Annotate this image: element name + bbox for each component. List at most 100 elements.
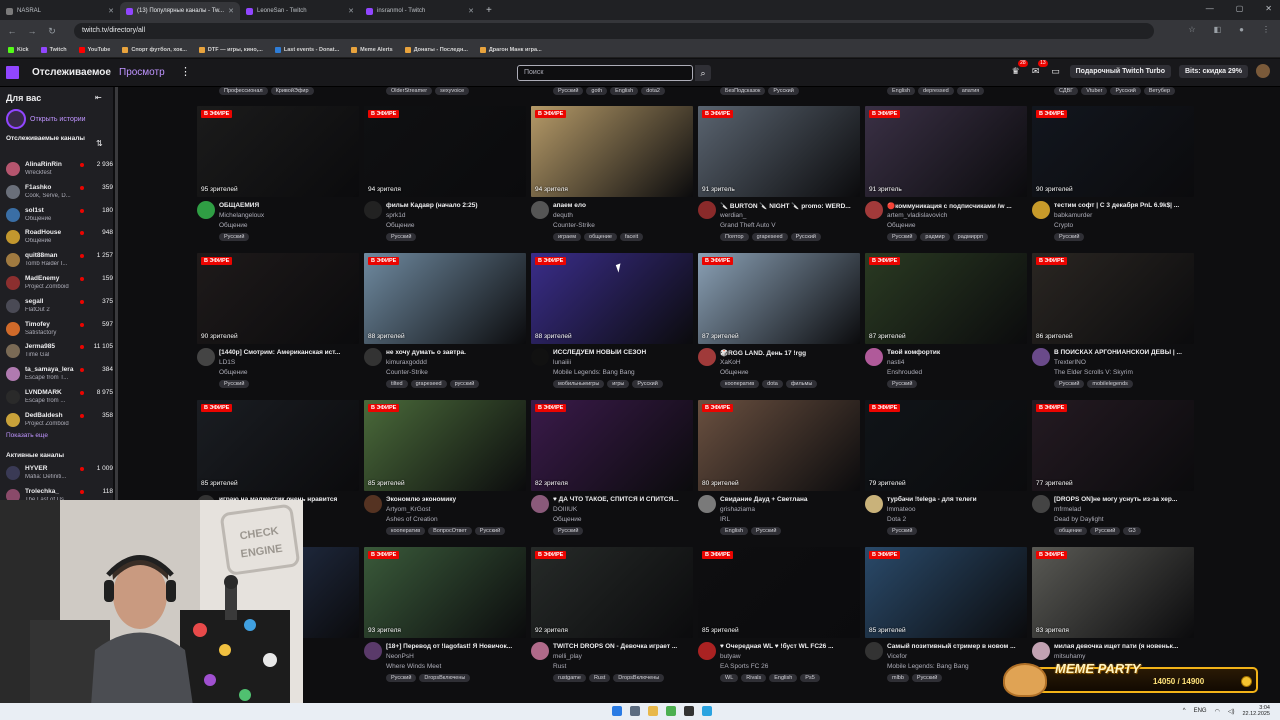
stream-thumbnail[interactable]: В ЭФИРЕ 91 зритель <box>698 106 860 197</box>
stream-thumbnail[interactable]: В ЭФИРЕ 86 зрителей <box>1032 253 1194 344</box>
reload-icon[interactable]: ↻ <box>44 26 60 37</box>
stream-card[interactable]: В ЭФИРЕ 95 зрителей ОБЩАЕМИЯ Michelangeloux… <box>197 106 359 246</box>
channel-name[interactable]: babkamurder <box>1054 212 1092 219</box>
language-indicator[interactable]: ENG <box>1194 708 1207 714</box>
stream-thumbnail[interactable]: В ЭФИРЕ 83 зрителя <box>1032 547 1194 638</box>
sidebar-channel-item[interactable]: HYVER Mafia: Definiti... 1 009 <box>6 464 113 486</box>
stream-thumbnail[interactable]: В ЭФИРЕ 85 зрителей <box>698 547 860 638</box>
channel-name[interactable]: Michelangeloux <box>219 212 264 219</box>
chrome-icon[interactable] <box>666 706 676 716</box>
start-icon[interactable] <box>612 706 622 716</box>
sidebar-channel-item[interactable]: Jerma985 Time Gal 11 105 <box>6 342 113 364</box>
tag[interactable]: Русский <box>887 527 918 535</box>
avatar[interactable] <box>1256 64 1270 78</box>
sort-icon[interactable]: ⇅ <box>96 139 103 148</box>
close-icon[interactable]: ✕ <box>348 7 354 15</box>
tag[interactable]: DropsВключены <box>419 674 471 682</box>
more-icon[interactable]: ⋮ <box>180 65 191 78</box>
explorer-icon[interactable] <box>648 706 658 716</box>
tag[interactable]: depressed <box>918 87 954 95</box>
tag[interactable]: игры <box>607 380 630 388</box>
clock[interactable]: 3:04 22.12.2025 <box>1242 705 1270 717</box>
avatar[interactable] <box>364 201 382 219</box>
obs-icon[interactable] <box>684 706 694 716</box>
stream-title[interactable]: 🔴коммуникация с подписчиками /w ... <box>887 202 1027 210</box>
stream-card[interactable]: В ЭФИРЕ 94 зрителя фильм Кадавр (начало 2:… <box>364 106 526 246</box>
chevron-up-icon[interactable]: ^ <box>1183 708 1186 714</box>
bookmark[interactable]: Last events - Donat... <box>274 46 339 53</box>
tag[interactable]: мобильныеигры <box>553 380 605 388</box>
sidebar-channel-item[interactable]: segall FlatOut 2 375 <box>6 297 113 319</box>
tag[interactable]: Русский <box>1089 527 1121 535</box>
stream-thumbnail[interactable]: В ЭФИРЕ 94 зрителя <box>531 106 693 197</box>
stream-card[interactable]: В ЭФИРЕ 92 зрителя TWITCH DROPS ON - Девоч… <box>531 547 693 687</box>
minimize-icon[interactable]: — <box>1206 4 1214 13</box>
stream-thumbnail[interactable]: В ЭФИРЕ 90 зрителей <box>197 253 359 344</box>
stream-thumbnail[interactable]: В ЭФИРЕ 79 зрителей <box>865 400 1027 491</box>
stream-thumbnail[interactable]: В ЭФИРЕ 94 зрителя <box>364 106 526 197</box>
tag[interactable]: English <box>887 87 916 95</box>
tag[interactable]: tilted <box>386 380 408 388</box>
bookmark[interactable]: DTF — игры, кино,... <box>198 46 263 53</box>
close-icon[interactable]: ✕ <box>468 7 474 15</box>
close-icon[interactable]: ✕ <box>108 7 114 15</box>
stream-card[interactable]: В ЭФИРЕ 94 зрителя апаем ело dequth Counter-… <box>531 106 693 246</box>
channel-name[interactable]: dequth <box>553 212 573 219</box>
tag[interactable]: rustgame <box>553 674 586 682</box>
avatar[interactable] <box>364 348 382 366</box>
tag[interactable]: grapeseed <box>410 380 447 388</box>
avatar[interactable] <box>865 348 883 366</box>
stream-thumbnail[interactable]: В ЭФИРЕ 85 зрителей <box>865 547 1027 638</box>
tag[interactable]: Vtuber <box>1081 87 1108 95</box>
sidebar-scrollbar[interactable] <box>115 87 119 507</box>
tag[interactable]: радмир <box>920 233 950 241</box>
bookmark[interactable]: Спорт футбол, хок... <box>122 46 187 53</box>
sidebar-channel-item[interactable]: F1ashko Cook, Serve, D... 359 <box>6 183 113 205</box>
sidebar-channel-item[interactable]: LVNDMARK Escape from ... 8 975 <box>6 388 113 410</box>
avatar[interactable] <box>865 201 883 219</box>
wifi-icon[interactable]: ◠ <box>1215 708 1220 715</box>
channel-name[interactable]: lunaiiii <box>553 359 571 366</box>
sidebar-channel-item[interactable]: AlinaRinRin Wreckfest 2 936 <box>6 160 113 182</box>
stream-thumbnail[interactable]: В ЭФИРЕ 87 зрителей <box>698 253 860 344</box>
game-name[interactable]: The Elder Scrolls V: Skyrim <box>1054 369 1194 376</box>
channel-name[interactable]: sprk1d <box>386 212 406 219</box>
stream-title[interactable]: тестим софт | С 3 декабря PnL 6.9k$| ... <box>1054 202 1194 209</box>
stream-thumbnail[interactable]: В ЭФИРЕ 88 зрителей <box>364 253 526 344</box>
stream-title[interactable]: турбачи !telega - для телеги <box>887 496 1027 503</box>
tag[interactable]: dota2 <box>641 87 665 95</box>
volume-icon[interactable]: ◁) <box>1228 708 1235 715</box>
tag[interactable]: апатия <box>956 87 985 95</box>
tag[interactable]: dota <box>762 380 783 388</box>
stream-title[interactable]: Твой комфортик <box>887 349 1027 356</box>
tag[interactable]: OlderStreamer <box>386 87 433 95</box>
tag[interactable]: faceit <box>619 233 644 241</box>
sidebar-channel-item[interactable]: ta_samaya_lera Escape from T... 384 <box>6 365 113 387</box>
game-name[interactable]: Crypto <box>1054 222 1194 229</box>
tag[interactable]: DropsВключены <box>613 674 665 682</box>
close-window-icon[interactable]: ✕ <box>1265 4 1272 13</box>
game-name[interactable]: Enshrouded <box>887 369 1027 376</box>
tag[interactable]: Русский <box>887 380 918 388</box>
tag[interactable]: G3 <box>1123 527 1141 535</box>
avatar[interactable] <box>698 642 716 660</box>
bookmark[interactable]: Meme Alerts <box>351 46 393 53</box>
game-name[interactable]: IRL <box>720 516 860 523</box>
browser-tab[interactable]: LeoneSan - Twitch ✕ <box>240 2 360 20</box>
bookmark[interactable]: YouTube <box>78 46 110 53</box>
stream-card[interactable]: В ЭФИРЕ 79 зрителей турбачи !telega - для … <box>865 400 1027 540</box>
stream-thumbnail[interactable]: В ЭФИРЕ 80 зрителей <box>698 400 860 491</box>
tag[interactable]: mobilelegends <box>1087 380 1133 388</box>
stream-title[interactable]: [1440p] Смотрим: Американская ист... <box>219 349 359 356</box>
avatar[interactable] <box>865 642 883 660</box>
tag[interactable]: Русский <box>1054 380 1085 388</box>
sidebar-channel-item[interactable]: Timofey Satisfactory 597 <box>6 320 113 342</box>
stream-title[interactable]: ОБЩАЕМИЯ <box>219 202 359 209</box>
game-name[interactable]: Общение <box>386 222 526 229</box>
channel-name[interactable]: melli_play <box>553 653 582 660</box>
stream-thumbnail[interactable]: В ЭФИРЕ 87 зрителей <box>865 253 1027 344</box>
browser-tab-active[interactable]: (13) Популярные каналы - Tw... ✕ <box>120 2 240 20</box>
stream-card[interactable]: В ЭФИРЕ 85 зрителей Экономлю экономику Arty… <box>364 400 526 540</box>
channel-name[interactable]: Vicefor <box>887 653 907 660</box>
tag[interactable]: Русский <box>219 380 250 388</box>
